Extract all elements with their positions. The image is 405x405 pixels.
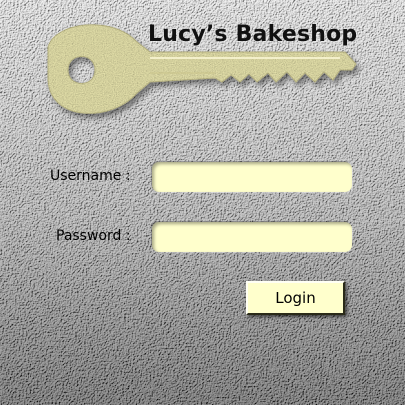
password-label: Password : xyxy=(56,228,131,244)
username-label: Username : xyxy=(50,168,131,184)
app-title: Lucy’s Bakeshop xyxy=(148,22,358,47)
login-window: Lucy’s Bakeshop Username : Password : Lo… xyxy=(0,0,405,405)
username-input[interactable] xyxy=(152,162,352,192)
key-icon xyxy=(47,24,357,114)
login-button[interactable]: Login xyxy=(246,281,345,315)
password-input[interactable] xyxy=(152,222,352,252)
